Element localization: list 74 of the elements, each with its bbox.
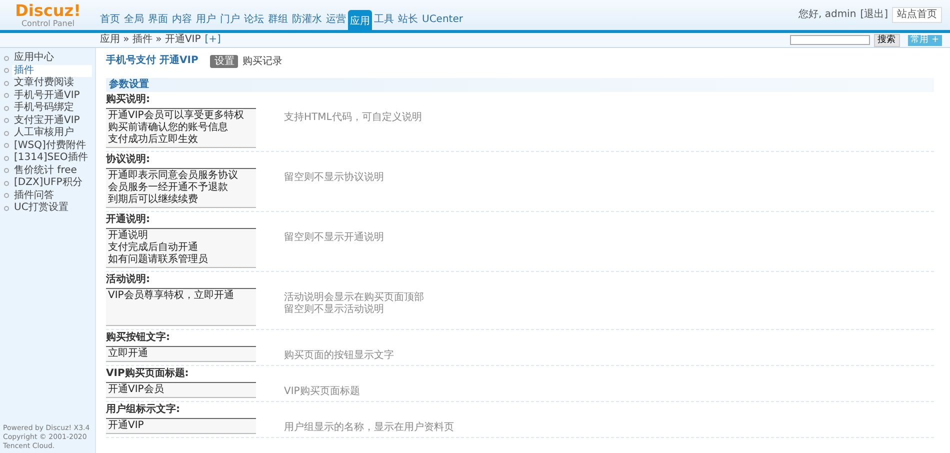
nav-tab[interactable]: 群组 <box>266 10 290 30</box>
nav-tab[interactable]: 防灌水 <box>290 10 324 30</box>
sidebar-item[interactable]: 插件 <box>12 64 92 77</box>
bullet-icon <box>4 106 9 111</box>
sidebar-item[interactable]: [1314]SEO插件 <box>12 152 90 164</box>
bullet-icon <box>4 156 9 161</box>
bullet-icon <box>4 206 9 211</box>
logo-text: Discuz! <box>15 2 81 19</box>
sidebar-item[interactable]: [WSQ]付费附件 <box>12 140 88 152</box>
site-home-button[interactable]: 站点首页 <box>892 7 942 23</box>
add-shortcut-link[interactable]: [+] <box>204 34 221 46</box>
logout-link[interactable]: [退出] <box>860 9 888 21</box>
input-field[interactable]: 开通VIP会员 <box>106 382 256 398</box>
field-hint: 购买页面的按钮显示文字 <box>284 348 394 362</box>
nav-tab[interactable]: 工具 <box>372 10 396 30</box>
search-field[interactable] <box>790 35 870 45</box>
search-button[interactable]: 搜索 <box>874 34 900 46</box>
tab[interactable]: 设置 <box>210 54 238 68</box>
breadcrumb: 应用 » 插件 » 开通VIP <box>100 34 201 46</box>
section-header: 参数设置 <box>106 78 934 92</box>
field-label: 购买按钮文字: <box>106 332 171 344</box>
bullet-icon <box>4 143 9 148</box>
field-label: 协议说明: <box>106 154 151 166</box>
sidebar-item[interactable]: 手机号开通VIP <box>12 90 82 102</box>
field-label: 活动说明: <box>106 274 151 286</box>
bullet-icon <box>4 118 9 124</box>
bullet-icon <box>4 130 9 136</box>
field-hint: 留空则不显示开通说明 <box>284 230 384 244</box>
sidebar-item[interactable]: [DZX]UFP积分 <box>12 177 84 190</box>
field-hint: 留空则不显示协议说明 <box>284 170 384 184</box>
sidebar-item[interactable]: 文章付费阅读 <box>12 77 76 90</box>
sidebar-item[interactable]: 插件问答 <box>12 190 56 202</box>
bullet-icon <box>4 93 9 98</box>
page-title: 手机号支付 开通VIP <box>106 55 198 67</box>
field-label: VIP购买页面标题: <box>106 368 190 380</box>
nav-tab[interactable]: 界面 <box>146 10 170 30</box>
nav-tab[interactable]: 用户 <box>194 10 218 30</box>
input-field[interactable]: 开通VIP <box>106 418 256 434</box>
nav-tab[interactable]: 首页 <box>98 10 122 30</box>
nav-tab[interactable]: 门户 <box>218 10 242 30</box>
nav-tab[interactable]: 运营 <box>324 10 348 30</box>
field-hint: 用户组显示的名称，显示在用户资料页 <box>284 420 454 434</box>
nav-tab[interactable]: 内容 <box>170 10 194 30</box>
greeting-text: 您好, admin <box>798 9 856 21</box>
field-hint: VIP购买页面标题 <box>284 384 360 398</box>
nav-tab[interactable]: 站长 <box>396 10 420 30</box>
field-label: 购买说明: <box>106 94 151 106</box>
field-hint: 活动说明会显示在购买页面顶部 留空则不显示活动说明 <box>284 290 424 316</box>
bullet-icon <box>4 56 9 61</box>
logo-subtitle: Control Panel <box>21 19 75 28</box>
textarea-field[interactable]: 开通VIP会员可以享受更多特权 购买前请确认您的账号信息 支付成功后立即生效 <box>106 108 256 148</box>
textarea-field[interactable]: 开通即表示同意会员服务协议 会员服务一经开通不予退款 到期后可以继续续费 <box>106 168 256 208</box>
bullet-icon <box>4 180 9 186</box>
field-label: 用户组标示文字: <box>106 404 181 416</box>
sidebar-item[interactable]: 支付宝开通VIP <box>12 114 82 127</box>
sidebar-item[interactable]: UC打赏设置 <box>12 202 70 214</box>
field-hint: 支持HTML代码，可自定义说明 <box>284 110 422 124</box>
bullet-icon <box>4 193 9 198</box>
textarea-field[interactable]: VIP会员尊享特权，立即开通 <box>106 288 256 326</box>
sidebar-item[interactable]: 应用中心 <box>12 52 56 64</box>
input-field[interactable]: 立即开通 <box>106 346 256 362</box>
sidebar-item[interactable]: 售价统计 free <box>12 164 79 177</box>
field-label: 开通说明: <box>106 214 151 226</box>
textarea-field[interactable]: 开通说明 支付完成后自动开通 如有问题请联系管理员 <box>106 228 256 268</box>
bullet-icon <box>4 68 9 74</box>
bullet-icon <box>4 168 9 174</box>
nav-tab[interactable]: 应用 <box>348 10 372 30</box>
bullet-icon <box>4 80 9 86</box>
sidebar-item[interactable]: 手机号码绑定 <box>12 102 76 114</box>
nav-tab[interactable]: UCenter <box>420 10 465 30</box>
nav-tab[interactable]: 全局 <box>122 10 146 30</box>
nav-tab[interactable]: 论坛 <box>242 10 266 30</box>
tab[interactable]: 购买记录 <box>238 54 286 68</box>
sidebar-item[interactable]: 人工审核用户 <box>12 127 76 140</box>
